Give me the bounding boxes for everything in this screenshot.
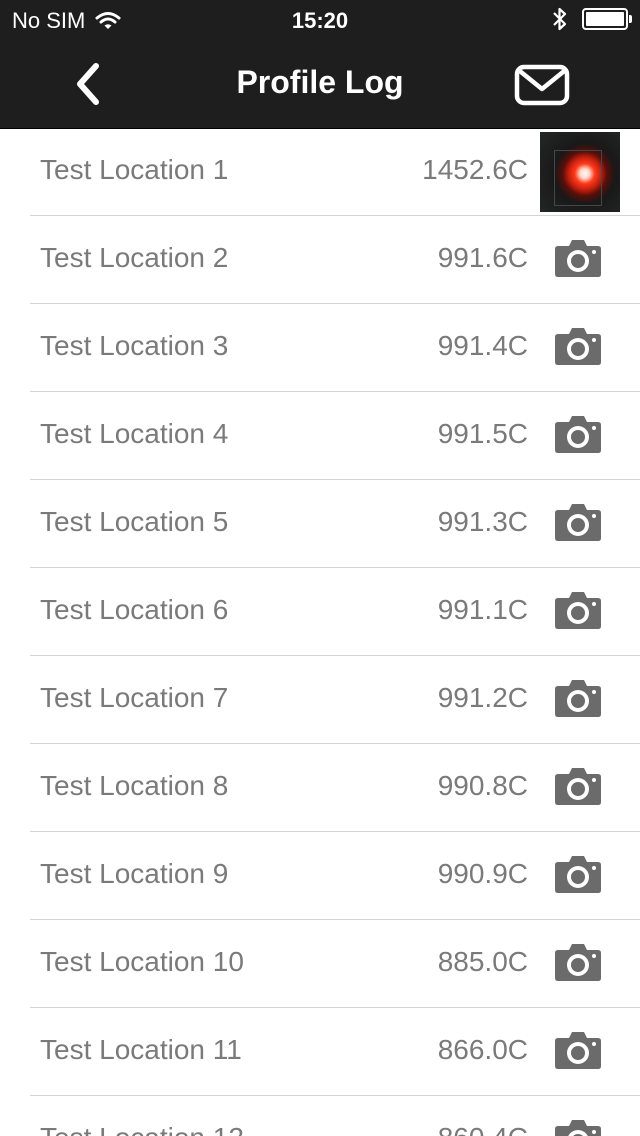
camera-icon[interactable] xyxy=(554,854,602,894)
list-item[interactable]: Test Location 3 991.4C xyxy=(30,304,640,392)
status-bar: No SIM 15:20 xyxy=(0,0,640,40)
location-label: Test Location 5 xyxy=(40,506,229,537)
temperature-value: 1452.6C xyxy=(422,154,528,185)
camera-icon[interactable] xyxy=(554,678,602,718)
email-button[interactable] xyxy=(514,64,570,106)
temperature-value: 991.4C xyxy=(437,330,528,361)
list-item[interactable]: Test Location 9 990.9C xyxy=(30,832,640,920)
temperature-value: 990.8C xyxy=(437,770,528,801)
temperature-value: 991.5C xyxy=(437,418,528,449)
thumbnail-frame xyxy=(554,150,602,206)
location-label: Test Location 7 xyxy=(40,682,229,713)
camera-icon[interactable] xyxy=(554,590,602,630)
battery-icon xyxy=(582,8,632,30)
location-label: Test Location 3 xyxy=(40,330,229,361)
temperature-value: 991.6C xyxy=(437,242,528,273)
location-label: Test Location 2 xyxy=(40,242,229,273)
location-label: Test Location 8 xyxy=(40,770,229,801)
location-label: Test Location 12 xyxy=(40,1122,244,1136)
camera-icon[interactable] xyxy=(554,1030,602,1070)
location-label: Test Location 9 xyxy=(40,858,229,889)
location-label: Test Location 1 xyxy=(40,154,229,185)
location-label: Test Location 4 xyxy=(40,418,229,449)
location-label: Test Location 10 xyxy=(40,946,244,977)
temperature-value: 991.3C xyxy=(437,506,528,537)
list-item[interactable]: Test Location 5 991.3C xyxy=(30,480,640,568)
list-item[interactable]: Test Location 6 991.1C xyxy=(30,568,640,656)
battery-level xyxy=(586,12,624,26)
temperature-value: 990.9C xyxy=(437,858,528,889)
list-item[interactable]: Test Location 2 991.6C xyxy=(30,216,640,304)
camera-icon[interactable] xyxy=(554,1118,602,1136)
camera-icon[interactable] xyxy=(554,414,602,454)
status-time: 15:20 xyxy=(291,8,349,33)
list-item[interactable]: Test Location 1 1452.6C xyxy=(30,128,640,216)
temperature-value: 866.0C xyxy=(437,1034,528,1065)
list-item[interactable]: Test Location 12 860.4C xyxy=(30,1096,640,1136)
temperature-value: 991.1C xyxy=(437,594,528,625)
location-label: Test Location 6 xyxy=(40,594,229,625)
list-item[interactable]: Test Location 10 885.0C xyxy=(30,920,640,1008)
camera-icon[interactable] xyxy=(554,942,602,982)
envelope-icon xyxy=(514,64,570,106)
list-item[interactable]: Test Location 11 866.0C xyxy=(30,1008,640,1096)
camera-icon[interactable] xyxy=(554,326,602,366)
camera-icon[interactable] xyxy=(554,238,602,278)
profile-log-list: Test Location 1 1452.6C Test Location 2 991… xyxy=(0,128,640,1136)
list-item[interactable]: Test Location 4 991.5C xyxy=(30,392,640,480)
status-right xyxy=(552,6,632,32)
temperature-value: 860.4C xyxy=(438,1122,528,1136)
photo-thumbnail[interactable] xyxy=(540,132,620,212)
camera-icon[interactable] xyxy=(554,502,602,542)
location-label: Test Location 11 xyxy=(40,1034,242,1065)
list-item[interactable]: Test Location 7 991.2C xyxy=(30,656,640,744)
list-item[interactable]: Test Location 8 990.8C xyxy=(30,744,640,832)
bluetooth-icon xyxy=(553,7,567,31)
screen: No SIM 15:20 Profile Log Test Location 1… xyxy=(0,0,640,1136)
temperature-value: 885.0C xyxy=(437,946,528,977)
nav-bar: Profile Log xyxy=(0,40,640,129)
temperature-value: 991.2C xyxy=(437,682,528,713)
camera-icon[interactable] xyxy=(554,766,602,806)
